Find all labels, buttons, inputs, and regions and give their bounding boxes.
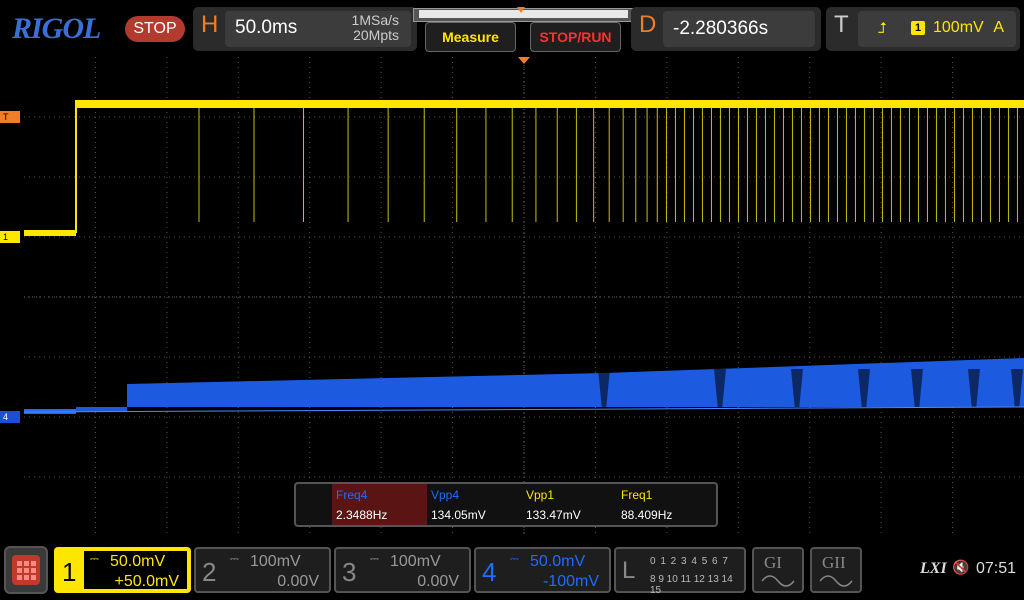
channel-offset: -100mV: [542, 573, 599, 590]
delay-label: D: [639, 11, 657, 38]
channel-scale: 50.0mV: [110, 553, 166, 570]
logic-channels-row1: 0 1 2 3 4 5 6 7: [650, 556, 729, 567]
dc-coupling-icon: ⎓: [510, 553, 519, 565]
channel-scale: 50.0mV: [530, 553, 586, 570]
channel-3-button[interactable]: 3 ⎓ 100mV 0.00V: [334, 547, 471, 593]
measurement-value: 134.05mV: [431, 508, 486, 522]
ch4-offset-marker[interactable]: 4: [0, 411, 20, 423]
measure-button[interactable]: Measure: [425, 22, 516, 52]
trigger-mode: A: [993, 19, 1004, 36]
trigger-panel[interactable]: T ⮥ 1 100mV A: [826, 7, 1020, 51]
trigger-level-marker[interactable]: T: [0, 111, 20, 123]
dc-coupling-icon: ⎓: [370, 553, 379, 565]
channel-scale: 100mV: [390, 553, 441, 570]
top-bar: RIGOL STOP H 50.0ms 1MSa/s 20Mpts Measur…: [0, 0, 1024, 56]
stop-run-button[interactable]: STOP/RUN: [530, 22, 621, 52]
ch4-trace: [24, 358, 1024, 414]
menu-grid-icon: [12, 555, 40, 585]
sample-rate: 1MSa/s: [351, 12, 399, 28]
measurement-value: 133.47mV: [526, 508, 581, 522]
clock: 07:51: [976, 560, 1017, 577]
channel-scale: 100mV: [250, 553, 301, 570]
trigger-time-marker: [518, 57, 530, 64]
trigger-position-marker: [517, 7, 525, 13]
timebase-value: 50.0ms: [235, 17, 298, 38]
delay-value: -2.280366s: [673, 18, 769, 39]
measurement-name: Vpp4: [431, 488, 460, 502]
trigger-label: T: [834, 11, 849, 38]
measurement-cell[interactable]: Freq1 88.409Hz: [617, 484, 712, 525]
delay-panel[interactable]: D -2.280366s: [631, 7, 821, 51]
measurement-cell[interactable]: Freq4 2.3488Hz: [332, 484, 427, 525]
generator-label: GI: [764, 553, 782, 572]
measurement-value: 88.409Hz: [621, 508, 673, 522]
channel-1-button[interactable]: 1 ⎓ 50.0mV +50.0mV: [54, 547, 191, 593]
channel-number: 4: [482, 557, 497, 587]
sine-wave-icon: [819, 575, 853, 587]
horizontal-panel[interactable]: H 50.0ms 1MSa/s 20Mpts: [193, 7, 417, 51]
measurement-cell[interactable]: Vpp4 134.05mV: [427, 484, 522, 525]
generator-1-button[interactable]: GI: [752, 547, 804, 593]
generator-label: GII: [822, 553, 846, 572]
measurement-value: 2.3488Hz: [336, 508, 388, 522]
logic-analyzer-button[interactable]: L 0 1 2 3 4 5 6 7 8 9 10 11 12 13 14 15: [614, 547, 746, 596]
measurement-name: Freq4: [336, 488, 368, 502]
logic-channels-row2: 8 9 10 11 12 13 14 15: [650, 574, 733, 596]
lxi-icon: LXI: [920, 560, 947, 577]
measurement-cell[interactable]: Vpp1 133.47mV: [522, 484, 617, 525]
trigger-level: 100mV: [933, 19, 984, 36]
measurement-name: Freq1: [621, 488, 653, 502]
speaker-muted-icon[interactable]: 🔇: [952, 559, 969, 576]
channel-offset: 0.00V: [417, 573, 459, 590]
channel-offset: +50.0mV: [114, 573, 179, 590]
measurement-table[interactable]: Freq4 2.3488Hz Vpp4 134.05mV Vpp1 133.47mV Fre…: [294, 482, 718, 527]
sine-wave-icon: [761, 575, 795, 587]
trigger-source-channel: 1: [911, 21, 925, 35]
generator-2-button[interactable]: GII: [810, 547, 862, 593]
horizontal-label: H: [201, 11, 219, 38]
channel-number: 3: [342, 557, 357, 587]
channel-2-button[interactable]: 2 ⎓ 100mV 0.00V: [194, 547, 331, 593]
memory-position-bar: [413, 7, 636, 22]
channel-number: 2: [202, 557, 217, 587]
measurement-name: Vpp1: [526, 488, 555, 502]
memory-depth: 20Mpts: [353, 27, 399, 43]
main-menu-button[interactable]: [4, 546, 48, 594]
channel-number: 1: [62, 557, 77, 587]
dc-coupling-icon: ⎓: [230, 553, 239, 565]
run-state-badge: STOP: [125, 16, 185, 42]
channel-4-button[interactable]: 4 ⎓ 50.0mV -100mV: [474, 547, 611, 593]
rising-edge-icon: ⮥: [878, 20, 887, 37]
channel-offset: 0.00V: [277, 573, 319, 590]
ch1-offset-marker[interactable]: 1: [0, 231, 20, 243]
logic-label: L: [622, 557, 636, 584]
dc-coupling-icon: ⎓: [90, 553, 99, 565]
graticule: [24, 57, 1024, 537]
waveform-display[interactable]: [24, 57, 1024, 537]
rigol-logo: RIGOL: [12, 12, 101, 45]
